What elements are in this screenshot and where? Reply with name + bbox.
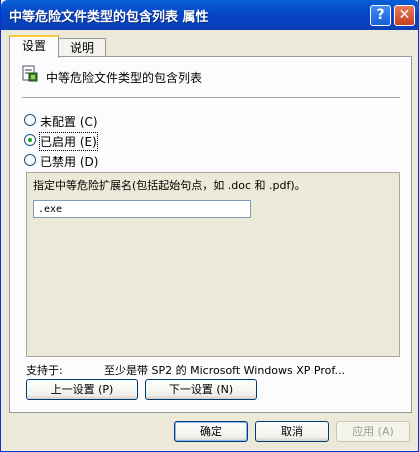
policy-title: 中等危险文件类型的包含列表 bbox=[46, 71, 203, 85]
next-setting-button[interactable]: 下一设置 (N) bbox=[145, 379, 257, 400]
ok-button[interactable]: 确定 bbox=[174, 421, 248, 442]
cancel-button[interactable]: 取消 bbox=[255, 421, 329, 442]
supported-label: 支持于: bbox=[26, 364, 63, 377]
apply-button[interactable]: 应用 (A) bbox=[336, 421, 410, 442]
options-box: 指定中等危险扩展名(包括起始句点，如 .doc 和 .pdf)。 bbox=[26, 172, 400, 357]
tab-explain[interactable]: 说明 bbox=[58, 38, 106, 57]
radio-button[interactable] bbox=[24, 114, 36, 126]
title-bar[interactable]: 中等危险文件类型的包含列表 属性 ? ✕ bbox=[1, 0, 419, 30]
tab-settings[interactable]: 设置 bbox=[9, 35, 59, 58]
properties-dialog: 中等危险文件类型的包含列表 属性 ? ✕ 设置 说明 中等危险文件类型的包含列表… bbox=[0, 0, 419, 452]
help-icon: ? bbox=[376, 7, 385, 23]
close-button[interactable]: ✕ bbox=[394, 5, 415, 26]
policy-icon bbox=[22, 65, 38, 82]
radio-label: 已禁用 (D) bbox=[40, 155, 99, 169]
supported-value: 至少是带 SP2 的 Microsoft Windows XP Prof... bbox=[104, 364, 345, 377]
radio-button-checked[interactable] bbox=[24, 134, 36, 146]
window-title: 中等危险文件类型的包含列表 属性 bbox=[9, 10, 209, 25]
radio-button[interactable] bbox=[24, 154, 36, 166]
help-button[interactable]: ? bbox=[370, 5, 391, 26]
radio-label: 已启用 (E) bbox=[39, 132, 98, 151]
radio-label: 未配置 (C) bbox=[40, 115, 98, 129]
settings-panel: 中等危险文件类型的包含列表 未配置 (C) 已启用 (E) 已禁用 (D) 指定… bbox=[9, 56, 412, 413]
options-description: 指定中等危险扩展名(包括起始句点，如 .doc 和 .pdf)。 bbox=[33, 179, 306, 192]
close-icon: ✕ bbox=[398, 7, 411, 23]
extensions-input[interactable] bbox=[33, 200, 251, 218]
divider bbox=[22, 97, 400, 99]
previous-setting-button[interactable]: 上一设置 (P) bbox=[26, 379, 138, 400]
